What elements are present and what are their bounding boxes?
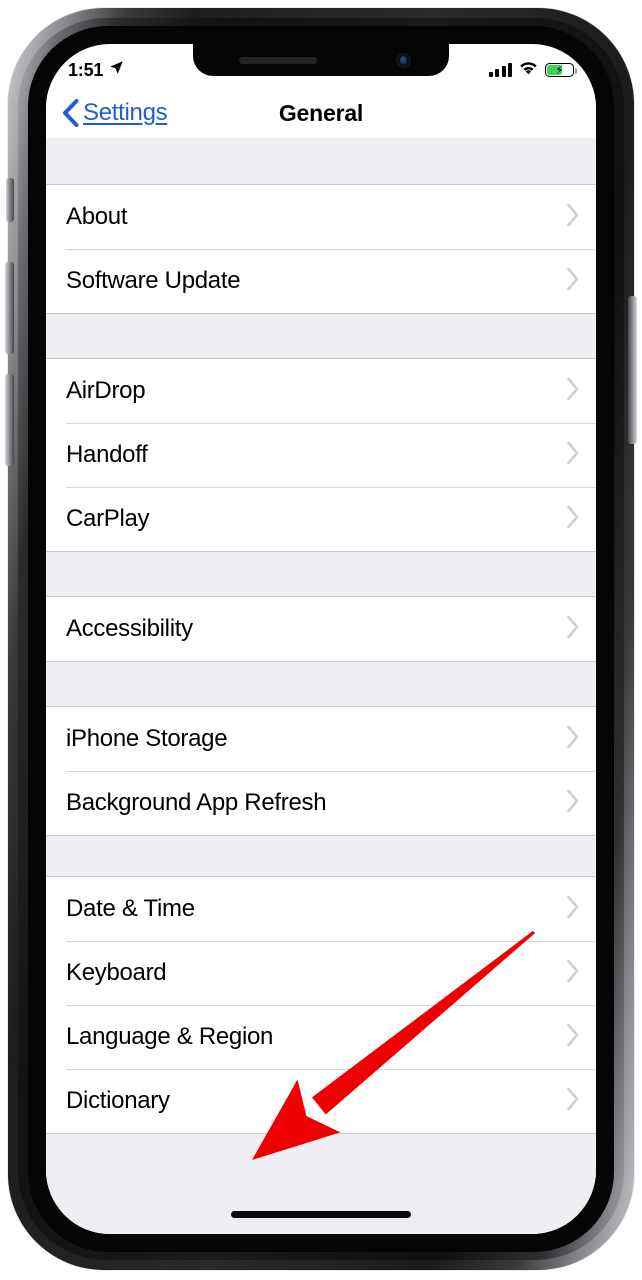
chevron-right-icon xyxy=(566,895,580,924)
chevron-right-icon xyxy=(566,789,580,818)
settings-row-handoff[interactable]: Handoff xyxy=(46,423,596,487)
settings-group-4: iPhone Storage Background App Refresh xyxy=(46,706,596,836)
settings-group-5: Date & Time Keyboard Language & Region D… xyxy=(46,876,596,1134)
front-camera-icon xyxy=(396,53,411,68)
back-to-settings-button[interactable]: Settings xyxy=(46,99,168,127)
settings-row-carplay[interactable]: CarPlay xyxy=(46,487,596,551)
charging-bolt-icon: ⚡ xyxy=(555,63,564,77)
settings-row-date-time[interactable]: Date & Time xyxy=(46,877,596,941)
silence-switch-button[interactable] xyxy=(6,178,14,222)
navigation-bar: Settings General xyxy=(46,88,596,138)
row-label: Keyboard xyxy=(66,959,167,986)
settings-row-iphone-storage[interactable]: iPhone Storage xyxy=(46,707,596,771)
chevron-left-icon xyxy=(62,99,79,127)
chevron-right-icon xyxy=(566,725,580,754)
back-button-label: Settings xyxy=(83,99,168,126)
cellular-signal-icon xyxy=(488,63,512,77)
chevron-right-icon xyxy=(566,441,580,470)
chevron-right-icon xyxy=(566,1087,580,1116)
chevron-right-icon xyxy=(566,505,580,534)
group-gap xyxy=(46,552,596,596)
row-label: About xyxy=(66,203,128,230)
settings-row-background-app-refresh[interactable]: Background App Refresh xyxy=(46,771,596,835)
notch xyxy=(193,44,449,76)
chevron-right-icon xyxy=(566,203,580,232)
volume-up-button[interactable] xyxy=(5,262,14,354)
settings-group-1: About Software Update xyxy=(46,184,596,314)
row-label: iPhone Storage xyxy=(66,725,228,752)
row-label: Date & Time xyxy=(66,895,195,922)
row-label: Accessibility xyxy=(66,615,193,642)
chevron-right-icon xyxy=(566,1023,580,1052)
status-bar-right: ⚡ xyxy=(488,53,578,80)
group-gap-bottom xyxy=(46,1134,596,1178)
settings-list[interactable]: About Software Update AirDrop Handoff Ca… xyxy=(46,138,596,1234)
settings-row-keyboard[interactable]: Keyboard xyxy=(46,941,596,1005)
home-indicator-bar[interactable] xyxy=(231,1211,411,1218)
phone-screen: 1:51 ⚡ Settings General About Software U… xyxy=(46,44,596,1234)
volume-down-button[interactable] xyxy=(5,374,14,466)
power-button[interactable] xyxy=(628,296,637,444)
settings-row-language-region[interactable]: Language & Region xyxy=(46,1005,596,1069)
status-bar-clock: 1:51 xyxy=(68,59,104,80)
battery-charging-icon: ⚡ xyxy=(545,63,578,77)
earpiece-speaker-icon xyxy=(239,57,317,64)
settings-row-software-update[interactable]: Software Update xyxy=(46,249,596,313)
settings-row-airdrop[interactable]: AirDrop xyxy=(46,359,596,423)
screenshot-canvas: 1:51 ⚡ Settings General About Software U… xyxy=(0,0,642,1280)
settings-group-2: AirDrop Handoff CarPlay xyxy=(46,358,596,552)
row-label: AirDrop xyxy=(66,377,146,404)
settings-row-dictionary[interactable]: Dictionary xyxy=(46,1069,596,1133)
row-label: Language & Region xyxy=(66,1023,274,1050)
row-label: Software Update xyxy=(66,267,241,294)
home-indicator-area xyxy=(46,1190,596,1234)
settings-row-accessibility[interactable]: Accessibility xyxy=(46,597,596,661)
settings-group-3: Accessibility xyxy=(46,596,596,662)
status-bar-left: 1:51 xyxy=(68,52,124,81)
wifi-icon xyxy=(519,61,538,80)
group-gap xyxy=(46,836,596,876)
chevron-right-icon xyxy=(566,267,580,296)
chevron-right-icon xyxy=(566,959,580,988)
row-label: CarPlay xyxy=(66,505,150,532)
chevron-right-icon xyxy=(566,615,580,644)
row-label: Dictionary xyxy=(66,1087,170,1114)
location-arrow-icon xyxy=(109,60,124,80)
chevron-right-icon xyxy=(566,377,580,406)
row-label: Background App Refresh xyxy=(66,789,327,816)
group-gap xyxy=(46,314,596,358)
settings-row-about[interactable]: About xyxy=(46,185,596,249)
group-gap xyxy=(46,662,596,706)
row-label: Handoff xyxy=(66,441,148,468)
group-gap xyxy=(46,138,596,184)
